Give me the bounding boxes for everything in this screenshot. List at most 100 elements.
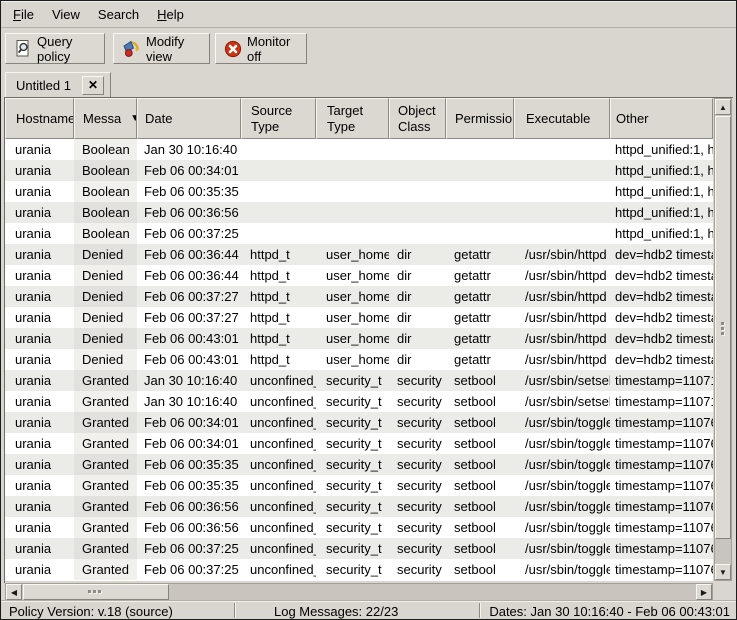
close-icon: ✕ [88, 79, 98, 91]
table-row[interactable]: uraniaGrantedFeb 06 00:37:25unconfined_s… [5, 559, 713, 580]
column-header-object-class[interactable]: Object Class [389, 98, 446, 139]
cell: Boolean [74, 202, 137, 223]
table-row[interactable]: uraniaGrantedFeb 06 00:37:25unconfined_s… [5, 538, 713, 559]
cell: timestamp=11076 [610, 433, 713, 454]
query-policy-button[interactable]: Query policy [5, 33, 105, 64]
cell: /usr/sbin/httpd [514, 328, 610, 349]
column-header-target-type[interactable]: Target Type [316, 98, 389, 139]
table-row[interactable]: uraniaBooleanFeb 06 00:34:01httpd_unifie… [5, 160, 713, 181]
cell: urania [5, 370, 74, 391]
table-row[interactable]: uraniaGrantedFeb 06 00:36:56unconfined_s… [5, 496, 713, 517]
cell: security [389, 517, 446, 538]
table-row[interactable]: uraniaGrantedFeb 06 00:35:35unconfined_s… [5, 475, 713, 496]
cell: Granted [74, 412, 137, 433]
scroll-left-button[interactable]: ◀ [6, 584, 22, 600]
scroll-up-button[interactable]: ▲ [715, 99, 731, 115]
cell: setbool [446, 433, 514, 454]
modify-view-button[interactable]: Modify view [113, 33, 210, 64]
table-row[interactable]: uraniaBooleanJan 30 10:16:40httpd_unifie… [5, 139, 713, 160]
cell [241, 181, 316, 202]
tab-untitled-1[interactable]: Untitled 1 ✕ [5, 72, 111, 97]
menu-help[interactable]: Help [148, 3, 193, 26]
scroll-left-icon: ◀ [11, 588, 17, 597]
cell [316, 160, 389, 181]
modify-view-label: Modify view [146, 34, 201, 64]
table-row[interactable]: uraniaGrantedFeb 06 00:34:01unconfined_s… [5, 412, 713, 433]
cell: Feb 06 00:36:56 [137, 202, 241, 223]
scroll-down-button[interactable]: ▼ [715, 564, 731, 580]
vertical-scroll-thumb[interactable] [715, 116, 731, 539]
column-header-permission[interactable]: Permission [446, 98, 514, 139]
cell: urania [5, 433, 74, 454]
table-row[interactable]: uraniaBooleanFeb 06 00:37:25httpd_unifie… [5, 223, 713, 244]
cell: setbool [446, 496, 514, 517]
scroll-right-button[interactable]: ▶ [696, 584, 712, 600]
monitor-off-label: Monitor off [247, 34, 298, 64]
column-header-date[interactable]: Date [137, 98, 241, 139]
cell [446, 202, 514, 223]
table-row[interactable]: uraniaDeniedFeb 06 00:43:01httpd_tuser_h… [5, 328, 713, 349]
column-header-source-type[interactable]: Source Type [241, 98, 316, 139]
column-header-executable[interactable]: Executable [514, 98, 610, 139]
cell: urania [5, 139, 74, 160]
cell: httpd_unified:1, h [610, 139, 713, 160]
cell: Jan 30 10:16:40 [137, 391, 241, 412]
vertical-scrollbar[interactable]: ▲ ▼ [714, 98, 732, 581]
cell: security_t [316, 391, 389, 412]
table-row[interactable]: uraniaDeniedFeb 06 00:37:27httpd_tuser_h… [5, 286, 713, 307]
menu-view[interactable]: View [43, 3, 89, 26]
table-row[interactable]: uraniaGrantedFeb 06 00:34:01unconfined_s… [5, 433, 713, 454]
cell: /usr/sbin/httpd [514, 265, 610, 286]
menu-file[interactable]: File [4, 3, 43, 26]
cell: setbool [446, 559, 514, 580]
scroll-down-icon: ▼ [719, 568, 727, 577]
horizontal-scroll-thumb[interactable] [23, 584, 169, 600]
cell: setbool [446, 412, 514, 433]
cell: timestamp=11076 [610, 412, 713, 433]
horizontal-scrollbar[interactable]: ◀ ▶ [5, 583, 713, 601]
monitor-off-button[interactable]: Monitor off [215, 33, 307, 64]
table-row[interactable]: uraniaBooleanFeb 06 00:35:35httpd_unifie… [5, 181, 713, 202]
cell: urania [5, 412, 74, 433]
cell: unconfined_ [241, 496, 316, 517]
cell [446, 181, 514, 202]
cell: Boolean [74, 139, 137, 160]
cell: security [389, 433, 446, 454]
table-row[interactable]: uraniaGrantedJan 30 10:16:40unconfined_s… [5, 370, 713, 391]
cell: Feb 06 00:36:56 [137, 496, 241, 517]
column-header-hostname[interactable]: Hostname [5, 98, 74, 139]
table-row[interactable]: uraniaBooleanFeb 06 00:36:56httpd_unifie… [5, 202, 713, 223]
cell: timestamp=11071 [610, 370, 713, 391]
cell: httpd_unified:1, h [610, 202, 713, 223]
table-row[interactable]: uraniaDeniedFeb 06 00:36:44httpd_tuser_h… [5, 265, 713, 286]
cell: httpd_t [241, 328, 316, 349]
cell: /usr/sbin/toggle [514, 454, 610, 475]
cell: urania [5, 244, 74, 265]
modify-view-icon [122, 39, 141, 58]
menu-search[interactable]: Search [89, 3, 148, 26]
cell: Granted [74, 559, 137, 580]
cell: security_t [316, 412, 389, 433]
cell: Granted [74, 370, 137, 391]
cell: Feb 06 00:43:01 [137, 328, 241, 349]
cell [514, 160, 610, 181]
cell: urania [5, 454, 74, 475]
column-header-other[interactable]: Other [610, 98, 713, 139]
table-row[interactable]: uraniaGrantedFeb 06 00:36:56unconfined_s… [5, 517, 713, 538]
cell: getattr [446, 265, 514, 286]
column-header-messa[interactable]: Messa▼ [74, 98, 137, 139]
cell: security [389, 454, 446, 475]
cell [514, 139, 610, 160]
table-row[interactable]: uraniaDeniedFeb 06 00:36:44httpd_tuser_h… [5, 244, 713, 265]
table-row[interactable]: uraniaDeniedFeb 06 00:37:27httpd_tuser_h… [5, 307, 713, 328]
table-row[interactable]: uraniaDeniedFeb 06 00:43:01httpd_tuser_h… [5, 349, 713, 370]
cell: Boolean [74, 160, 137, 181]
tab-close-button[interactable]: ✕ [82, 76, 104, 95]
cell: urania [5, 475, 74, 496]
cell: Granted [74, 538, 137, 559]
menu-bar: FileViewSearchHelp [1, 1, 736, 28]
cell: getattr [446, 349, 514, 370]
table-row[interactable]: uraniaGrantedFeb 06 00:35:35unconfined_s… [5, 454, 713, 475]
table-row[interactable]: uraniaGrantedJan 30 10:16:40unconfined_s… [5, 391, 713, 412]
cell: Feb 06 00:37:25 [137, 538, 241, 559]
